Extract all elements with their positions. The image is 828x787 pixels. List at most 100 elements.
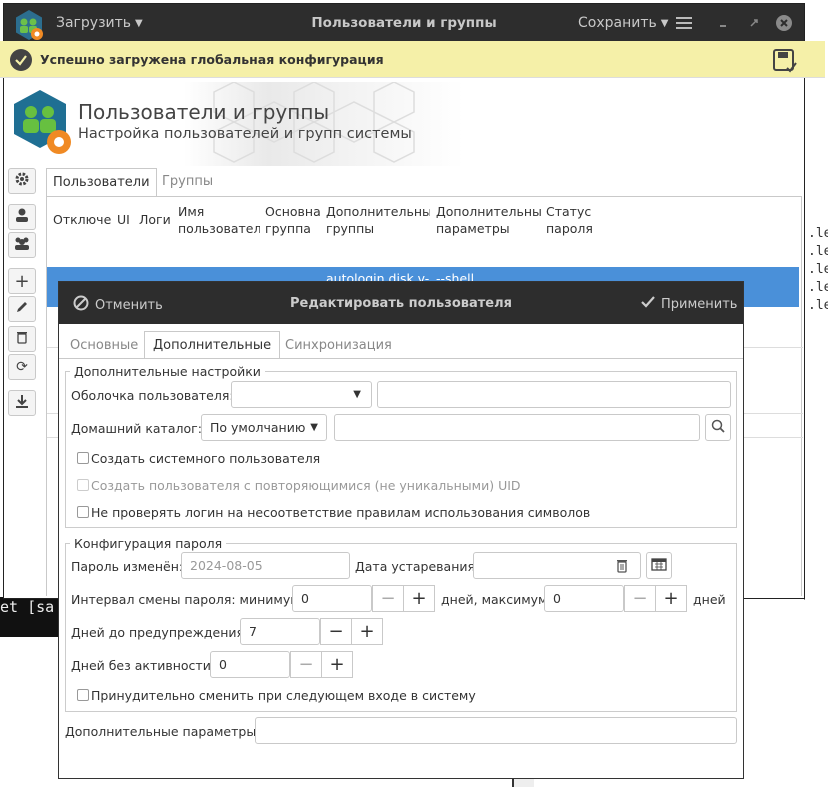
warn-days-decrement[interactable]: − (320, 618, 352, 645)
additional-params-input[interactable] (255, 717, 737, 744)
import-button[interactable] (8, 390, 36, 416)
system-user-checkbox[interactable] (77, 452, 89, 464)
terminal-line: .ler (808, 244, 828, 259)
column-header-extra-groups[interactable]: Дополнительны группы (326, 203, 430, 237)
close-icon[interactable] (776, 15, 792, 35)
screen: .ler .ler .ler .ler .ler et [sa Загрузит… (0, 0, 828, 787)
download-icon (15, 394, 29, 412)
terminal-line: .ler (808, 262, 828, 277)
edit-user-dialog: Отменить Редактировать пользователя Прим… (58, 281, 744, 779)
inactive-days-input[interactable]: 0 (210, 651, 290, 678)
chevron-down-icon: ▼ (353, 389, 361, 400)
plus-icon: + (411, 588, 427, 609)
title-bar: Загрузить ▼ Пользователи и группы Сохран… (4, 4, 804, 44)
gear-icon (14, 171, 30, 191)
user-icon (14, 207, 30, 227)
terminal-prompt: et [sa (0, 598, 55, 616)
refresh-icon: ⟳ (16, 359, 28, 375)
force-change-label: Принудительно сменить при следующем вход… (91, 688, 476, 703)
plus-icon: + (359, 621, 375, 642)
max-days-label: дней, максимум (441, 592, 548, 607)
column-header-extra-params[interactable]: Дополнительны параметры (436, 203, 542, 237)
hamburger-icon[interactable] (676, 16, 692, 34)
minus-icon: − (328, 621, 344, 642)
calendar-button[interactable] (646, 552, 672, 579)
inactive-days-label: Дней без активности: (71, 658, 216, 673)
check-circle-icon (10, 49, 32, 75)
notification-bar: Успешно загружена глобальная конфигураци… (0, 41, 825, 78)
column-header-password-status[interactable]: Статус пароля (546, 203, 606, 237)
column-header-login[interactable]: Логи (139, 211, 173, 228)
dialog-header: Отменить Редактировать пользователя Прим… (59, 282, 743, 324)
column-header-uid[interactable]: UI (117, 211, 133, 228)
add-button[interactable]: + (8, 268, 36, 294)
non-unique-uid-checkbox[interactable] (77, 479, 89, 491)
home-dir-input[interactable] (334, 414, 700, 441)
warn-days-increment[interactable]: + (351, 618, 383, 645)
terminal-line: .ler (808, 298, 828, 313)
shell-path-input[interactable] (377, 381, 731, 408)
header-background-pattern (184, 81, 464, 166)
additional-params-label: Дополнительные параметры: (65, 724, 261, 739)
terminal-line: .ler (808, 226, 828, 241)
settings-button[interactable] (8, 168, 36, 194)
warn-days-input[interactable]: 7 (240, 618, 320, 645)
delete-button[interactable] (8, 326, 36, 352)
tab-users[interactable]: Пользователи (46, 168, 157, 196)
page-title: Пользователи и группы (78, 100, 330, 124)
tab-advanced[interactable]: Дополнительные (144, 331, 281, 359)
max-days-input[interactable]: 0 (544, 585, 624, 612)
minus-icon: − (632, 588, 648, 609)
plus-icon: + (329, 654, 345, 675)
refresh-button[interactable]: ⟳ (8, 354, 36, 380)
terminal-line: .ler (808, 280, 828, 295)
inactive-days-increment[interactable]: + (321, 651, 353, 678)
expire-date-label: Дата устаревания: (355, 559, 480, 574)
force-change-checkbox[interactable] (77, 689, 89, 701)
tab-basic[interactable]: Основные (70, 338, 138, 353)
maximize-icon[interactable] (749, 17, 759, 32)
edit-button[interactable] (8, 296, 36, 322)
password-changed-label: Пароль изменён: (71, 559, 184, 574)
groups-view-button[interactable] (8, 232, 36, 258)
min-days-decrement[interactable]: − (372, 585, 404, 612)
trash-icon[interactable] (615, 558, 629, 577)
non-unique-uid-label: Создать пользователя с повторяющимися (н… (91, 478, 521, 493)
min-days-input[interactable]: 0 (292, 585, 372, 612)
tab-sync[interactable]: Синхронизация (285, 338, 392, 353)
min-days-increment[interactable]: + (403, 585, 435, 612)
shell-dropdown[interactable]: ▼ (231, 381, 372, 408)
home-dir-mode-dropdown[interactable]: По умолчанию ▼ (201, 414, 327, 441)
calendar-icon (651, 557, 667, 575)
column-header-group[interactable]: Основна группа (265, 203, 321, 237)
apply-button[interactable]: Применить (641, 295, 737, 313)
chevron-down-icon: ▼ (310, 422, 318, 433)
max-days-increment[interactable]: + (655, 585, 687, 612)
save-menu-label: Сохранить (578, 15, 657, 31)
home-dir-browse-button[interactable] (705, 414, 731, 441)
pencil-icon (15, 300, 29, 318)
save-menu[interactable]: Сохранить ▼ (578, 15, 668, 31)
warn-days-label: Дней до предупреждения: (71, 625, 249, 640)
mouse-cursor (512, 779, 534, 787)
interval-label: Интервал смены пароля: минимум (71, 592, 300, 607)
max-days-decrement[interactable]: − (624, 585, 656, 612)
column-header-disabled[interactable]: Отключе (53, 211, 115, 228)
system-user-label: Создать системного пользователя (91, 451, 321, 466)
tab-groups[interactable]: Группы (156, 168, 219, 196)
apply-label: Применить (661, 296, 738, 312)
shell-label: Оболочка пользователя: (71, 388, 234, 403)
inactive-days-decrement[interactable]: − (290, 651, 322, 678)
home-dir-label: Домашний каталог: (71, 421, 202, 436)
save-config-icon[interactable] (772, 48, 798, 78)
checkmark-icon (641, 295, 655, 313)
no-check-login-label: Не проверять логин на несоответствие пра… (91, 505, 591, 520)
password-changed-input: 2024-08-05 (181, 552, 350, 579)
column-header-name[interactable]: Имя пользовател (178, 203, 260, 237)
extra-settings-title: Дополнительные настройки (70, 364, 265, 379)
home-dir-mode-value: По умолчанию (210, 420, 306, 435)
trash-icon (15, 330, 29, 348)
users-view-button[interactable] (8, 204, 36, 230)
minimize-icon[interactable] (720, 18, 730, 33)
no-check-login-checkbox[interactable] (77, 506, 89, 518)
